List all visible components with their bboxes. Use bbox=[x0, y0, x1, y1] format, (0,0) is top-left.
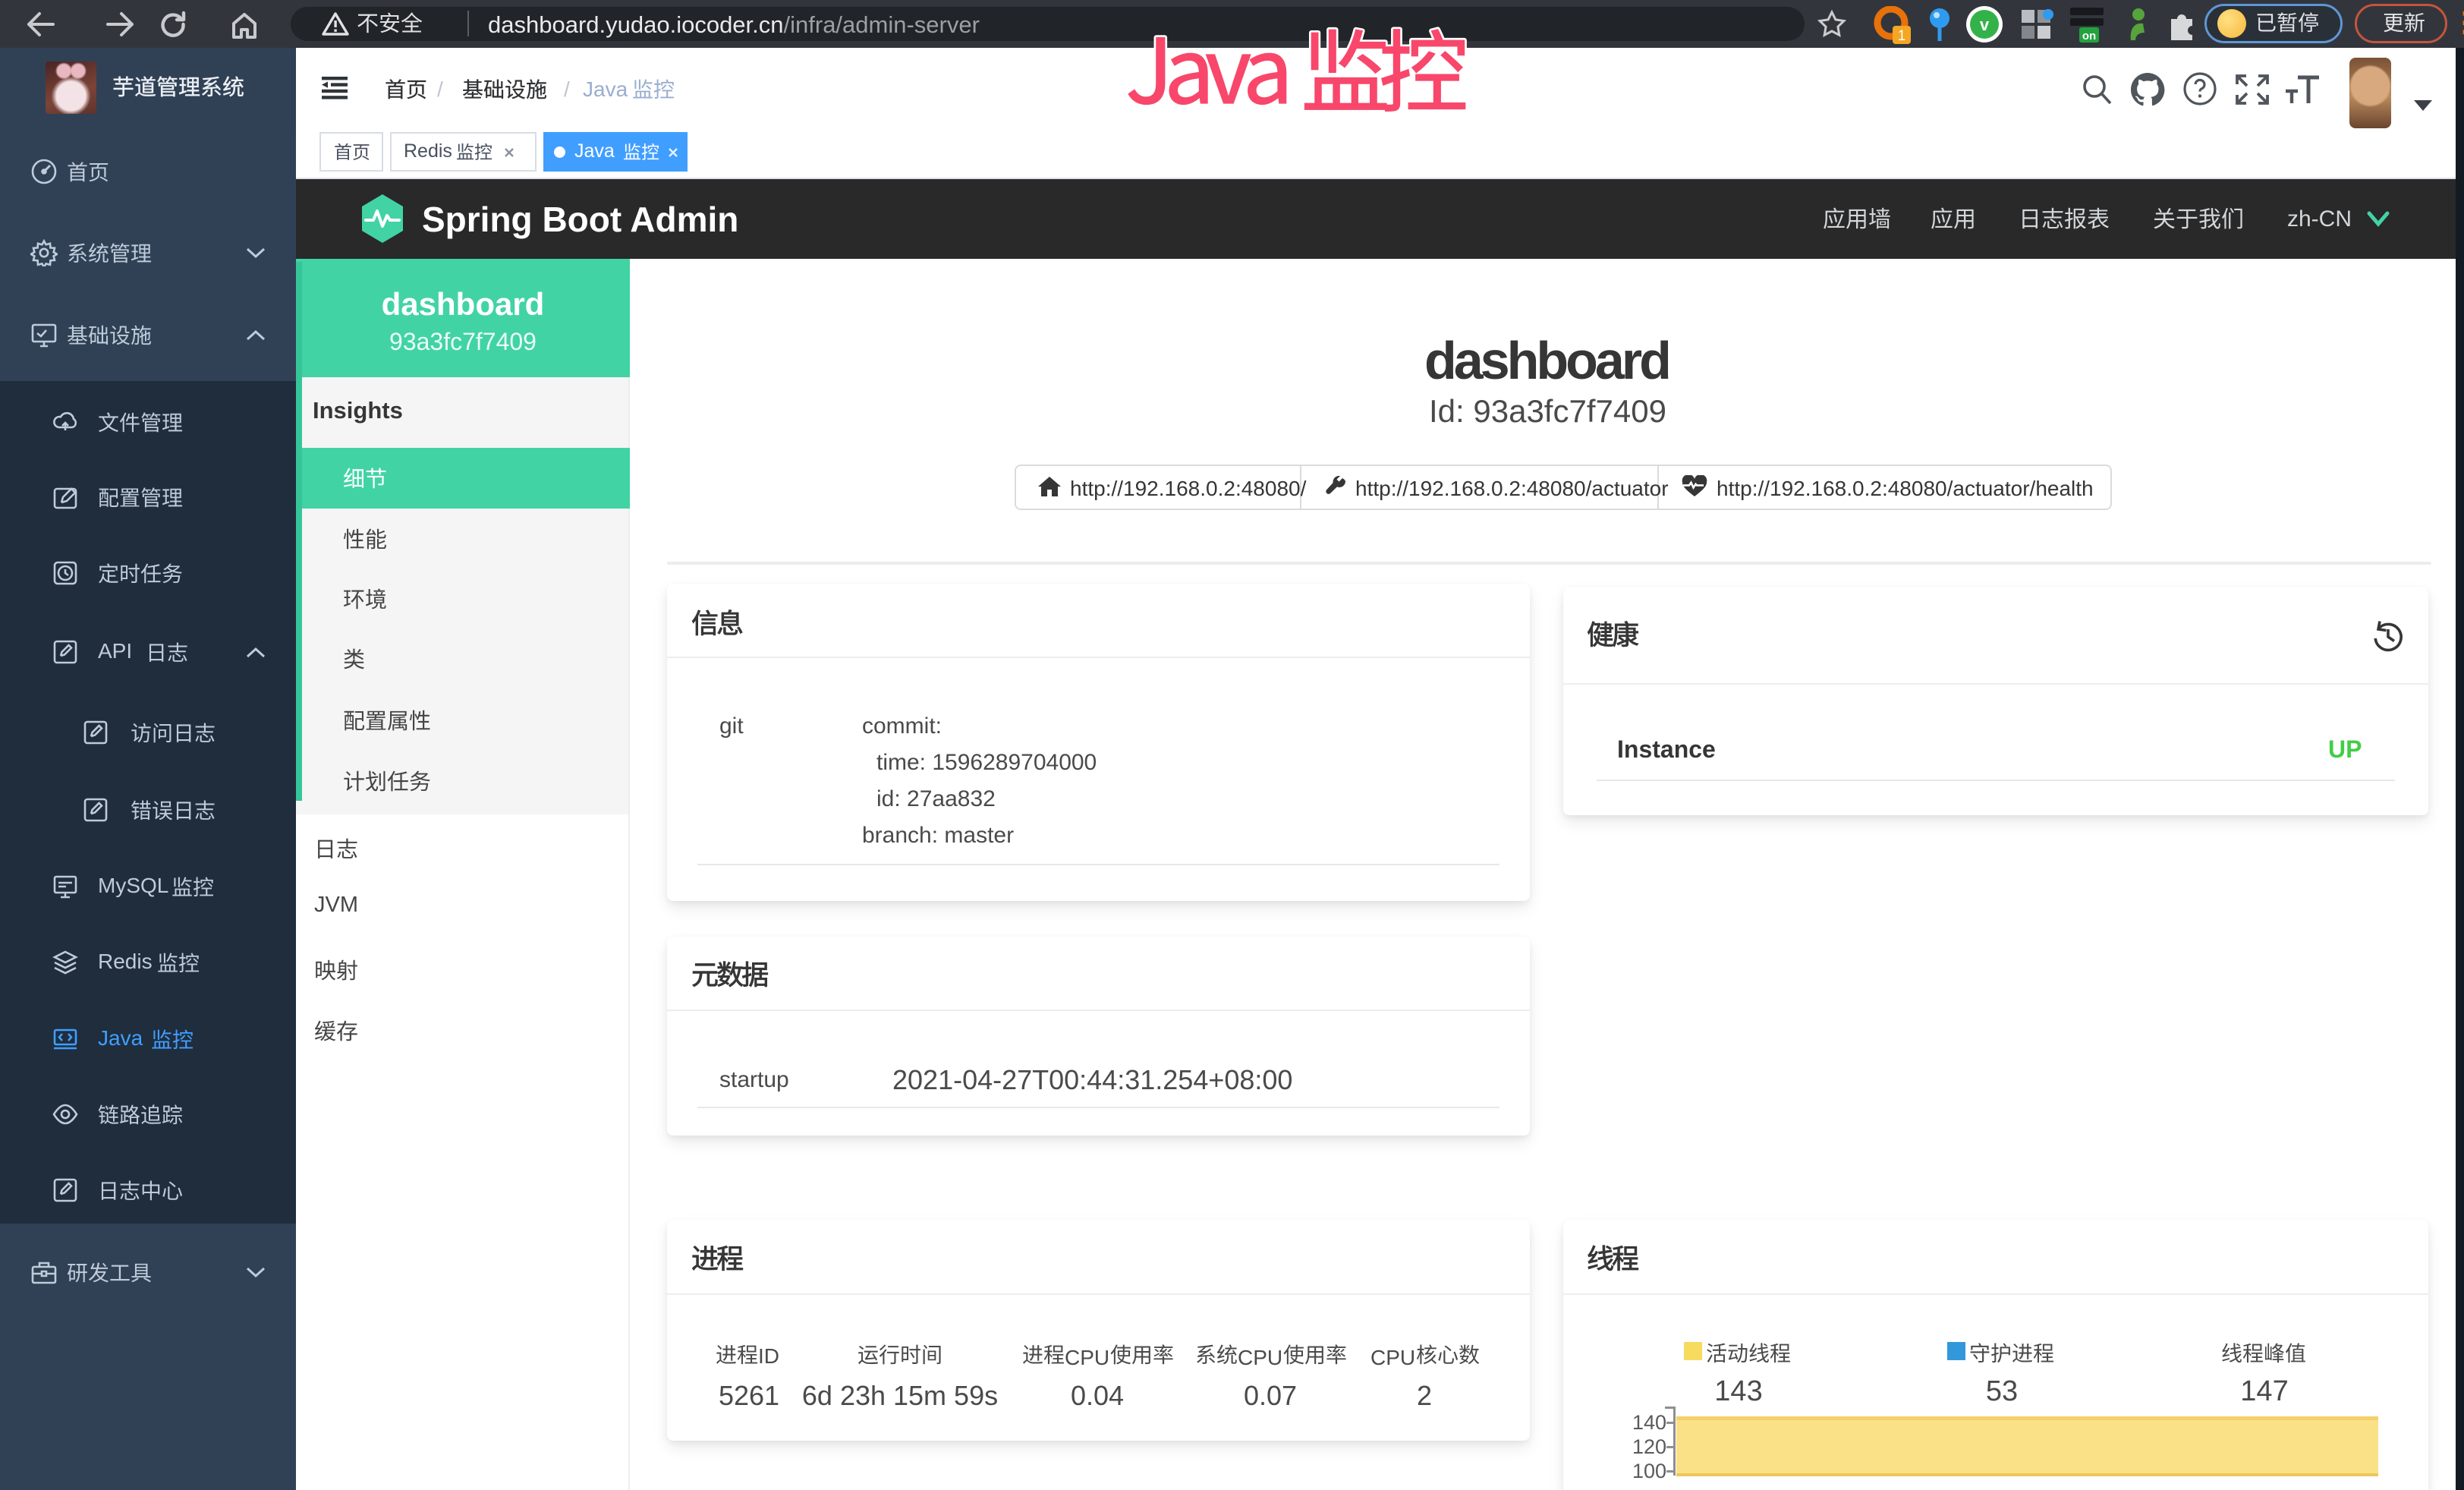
svg-text:on: on bbox=[2082, 30, 2096, 43]
svg-text:1: 1 bbox=[1898, 28, 1906, 44]
svg-text:v: v bbox=[1980, 15, 1990, 34]
